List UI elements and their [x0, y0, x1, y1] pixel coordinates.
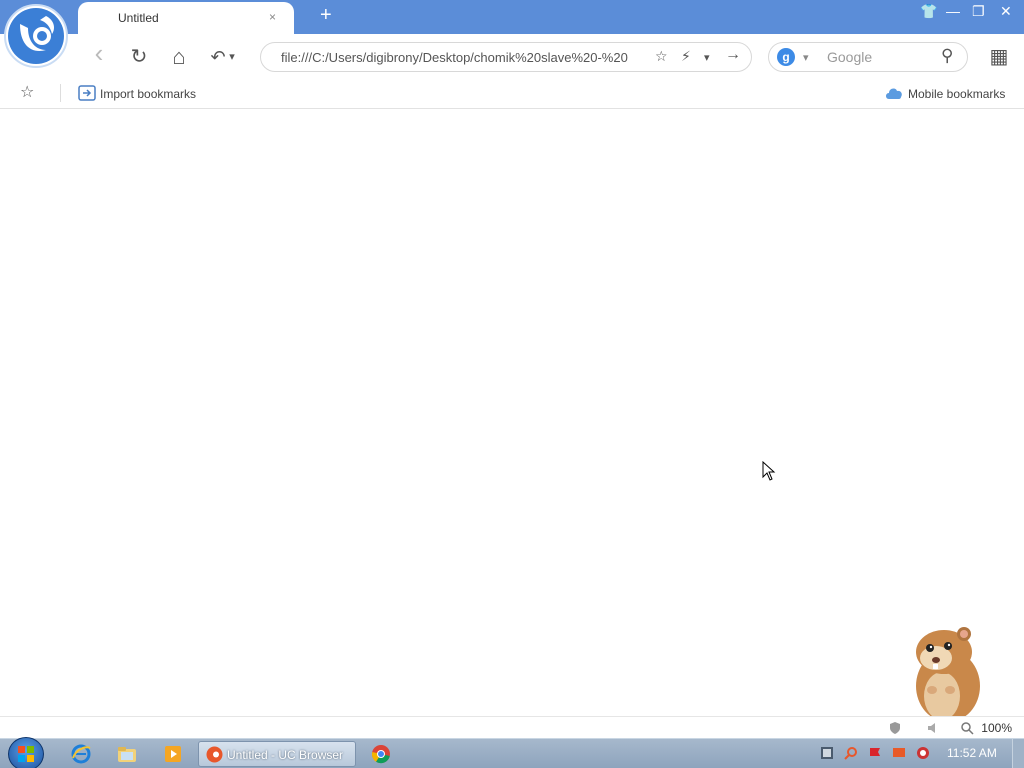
uc-browser-taskbar-icon — [206, 746, 223, 763]
page-content[interactable] — [0, 110, 1024, 716]
tab-close-icon[interactable]: × — [269, 10, 276, 24]
bookmark-star-icon[interactable]: ☆ — [655, 48, 668, 65]
home-button[interactable]: ⌂ — [168, 46, 190, 68]
taskbar-uc-browser-label: Untitled - UC Browser — [227, 748, 344, 762]
tab-untitled[interactable]: Untitled × — [78, 2, 294, 34]
mobile-bookmarks-button[interactable]: Mobile bookmarks — [884, 85, 1005, 101]
title-bar: Untitled × + 👕 — ❐ ✕ — [0, 0, 1024, 34]
skin-icon[interactable]: 👕 — [920, 3, 937, 20]
zoom-icon[interactable] — [960, 721, 974, 735]
windows-taskbar: Untitled - UC Browser 11:52 AM — [0, 737, 1024, 768]
reload-button[interactable]: ↻ — [128, 46, 150, 68]
tab-title: Untitled — [118, 11, 159, 25]
import-bookmarks-button[interactable]: Import bookmarks — [78, 85, 196, 101]
search-box[interactable]: g ▾ ⚲ — [768, 42, 968, 72]
windows-logo-icon — [18, 746, 34, 762]
address-bar[interactable]: file:///C:/Users/digibrony/Desktop/chomi… — [260, 42, 752, 72]
status-bar: 100% — [0, 716, 1024, 738]
volume-icon[interactable] — [926, 721, 940, 735]
favorites-star-icon[interactable]: ☆ — [20, 82, 34, 102]
bookmarks-bar: ☆ Import bookmarks Mobile bookmarks — [0, 78, 1024, 109]
screen: Untitled × + 👕 — ❐ ✕ ‹ ↻ ⌂ ↶ ▾ file:///C… — [0, 0, 1024, 768]
file-explorer-icon[interactable] — [116, 743, 138, 765]
taskbar-uc-browser-button[interactable]: Untitled - UC Browser — [198, 741, 356, 767]
tray-search-icon[interactable] — [844, 746, 858, 760]
chrome-icon[interactable] — [370, 743, 392, 765]
tray-speaker-icon[interactable] — [916, 746, 930, 760]
search-input[interactable] — [827, 49, 927, 65]
go-arrow-icon[interactable]: → — [725, 46, 741, 64]
search-engine-dropdown-icon[interactable]: ▾ — [803, 51, 809, 64]
taskbar-clock[interactable]: 11:52 AM — [947, 746, 997, 760]
navigation-toolbar: ‹ ↻ ⌂ ↶ ▾ file:///C:/Users/digibrony/Des… — [0, 34, 1024, 78]
internet-explorer-icon[interactable] — [70, 743, 92, 765]
new-tab-button[interactable]: + — [320, 4, 332, 27]
close-button[interactable]: ✕ — [1000, 3, 1012, 20]
minimize-button[interactable]: — — [946, 3, 960, 19]
mouse-cursor-icon — [762, 461, 776, 481]
address-input[interactable]: file:///C:/Users/digibrony/Desktop/chomi… — [281, 50, 641, 65]
media-player-icon[interactable] — [162, 743, 184, 765]
import-bookmarks-label: Import bookmarks — [100, 87, 197, 101]
show-desktop-button[interactable] — [1012, 739, 1024, 768]
bookmarks-divider — [60, 84, 61, 102]
security-shield-icon[interactable] — [888, 721, 902, 735]
tray-flag-icon[interactable] — [868, 746, 882, 760]
undo-dropdown-icon[interactable]: ▾ — [226, 46, 238, 68]
zoom-level[interactable]: 100% — [981, 721, 1012, 735]
cloud-icon — [886, 88, 902, 99]
search-engine-icon[interactable]: g — [777, 48, 795, 66]
import-icon — [78, 85, 96, 101]
back-button[interactable]: ‹ — [88, 40, 110, 66]
restore-button[interactable]: ❐ — [972, 3, 985, 20]
uc-logo-icon[interactable] — [4, 4, 68, 68]
apps-grid-icon[interactable]: ▦ — [988, 46, 1010, 68]
search-icon[interactable]: ⚲ — [941, 46, 953, 66]
speed-mode-icon[interactable]: ⚡ — [681, 48, 691, 65]
mobile-bookmarks-label: Mobile bookmarks — [908, 87, 1006, 101]
address-dropdown-icon[interactable]: ▾ — [704, 51, 710, 64]
tray-monitor-icon[interactable] — [892, 746, 906, 760]
tray-network-icon[interactable] — [820, 746, 834, 760]
start-button[interactable] — [8, 737, 44, 768]
